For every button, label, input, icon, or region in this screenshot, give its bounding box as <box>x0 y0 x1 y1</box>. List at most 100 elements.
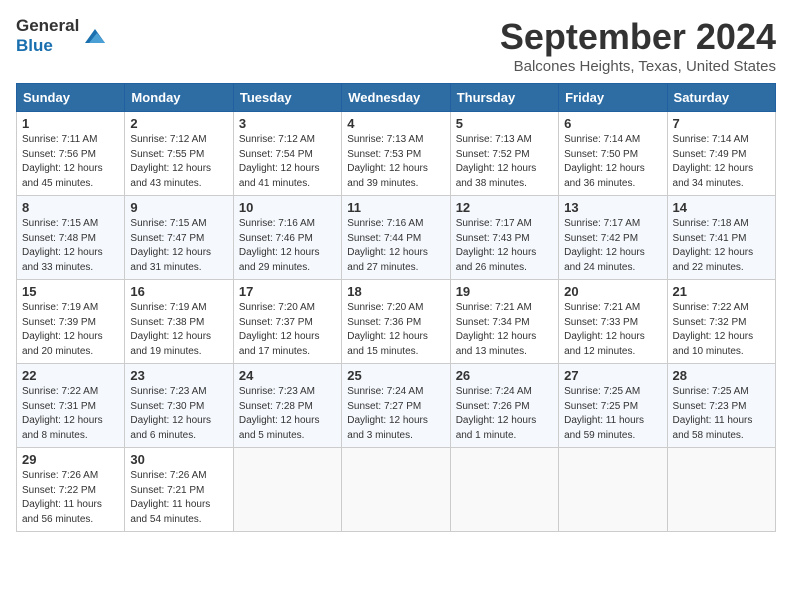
day-number: 20 <box>564 284 661 299</box>
day-number: 15 <box>22 284 119 299</box>
calendar-cell: 3 Sunrise: 7:12 AMSunset: 7:54 PMDayligh… <box>233 112 341 196</box>
weekday-header: Tuesday <box>233 84 341 112</box>
calendar-cell: 11 Sunrise: 7:16 AMSunset: 7:44 PMDaylig… <box>342 196 450 280</box>
calendar-cell: 21 Sunrise: 7:22 AMSunset: 7:32 PMDaylig… <box>667 280 775 364</box>
day-number: 5 <box>456 116 553 131</box>
day-info: Sunrise: 7:16 AMSunset: 7:46 PMDaylight:… <box>239 217 336 275</box>
day-number: 27 <box>564 368 661 383</box>
logo-arrow-icon <box>83 25 105 47</box>
day-info: Sunrise: 7:23 AMSunset: 7:30 PMDaylight:… <box>130 385 227 443</box>
day-number: 11 <box>347 200 444 215</box>
calendar-cell: 4 Sunrise: 7:13 AMSunset: 7:53 PMDayligh… <box>342 112 450 196</box>
weekday-header: Thursday <box>450 84 558 112</box>
day-info: Sunrise: 7:21 AMSunset: 7:34 PMDaylight:… <box>456 301 553 359</box>
day-number: 1 <box>22 116 119 131</box>
day-info: Sunrise: 7:12 AMSunset: 7:54 PMDaylight:… <box>239 133 336 191</box>
weekday-header: Monday <box>125 84 233 112</box>
calendar-cell <box>667 448 775 532</box>
day-number: 30 <box>130 452 227 467</box>
day-info: Sunrise: 7:24 AMSunset: 7:27 PMDaylight:… <box>347 385 444 443</box>
day-number: 8 <box>22 200 119 215</box>
calendar-cell: 19 Sunrise: 7:21 AMSunset: 7:34 PMDaylig… <box>450 280 558 364</box>
day-info: Sunrise: 7:17 AMSunset: 7:43 PMDaylight:… <box>456 217 553 275</box>
calendar-cell: 22 Sunrise: 7:22 AMSunset: 7:31 PMDaylig… <box>17 364 125 448</box>
calendar-cell: 7 Sunrise: 7:14 AMSunset: 7:49 PMDayligh… <box>667 112 775 196</box>
day-info: Sunrise: 7:18 AMSunset: 7:41 PMDaylight:… <box>673 217 770 275</box>
day-number: 13 <box>564 200 661 215</box>
day-number: 9 <box>130 200 227 215</box>
day-number: 6 <box>564 116 661 131</box>
month-title: September 2024 <box>500 16 776 58</box>
day-info: Sunrise: 7:19 AMSunset: 7:38 PMDaylight:… <box>130 301 227 359</box>
calendar-cell: 13 Sunrise: 7:17 AMSunset: 7:42 PMDaylig… <box>559 196 667 280</box>
day-info: Sunrise: 7:25 AMSunset: 7:25 PMDaylight:… <box>564 385 661 443</box>
calendar-cell: 25 Sunrise: 7:24 AMSunset: 7:27 PMDaylig… <box>342 364 450 448</box>
day-number: 16 <box>130 284 227 299</box>
calendar-cell: 29 Sunrise: 7:26 AMSunset: 7:22 PMDaylig… <box>17 448 125 532</box>
calendar-cell: 27 Sunrise: 7:25 AMSunset: 7:25 PMDaylig… <box>559 364 667 448</box>
day-info: Sunrise: 7:11 AMSunset: 7:56 PMDaylight:… <box>22 133 119 191</box>
calendar-cell: 10 Sunrise: 7:16 AMSunset: 7:46 PMDaylig… <box>233 196 341 280</box>
day-info: Sunrise: 7:14 AMSunset: 7:49 PMDaylight:… <box>673 133 770 191</box>
weekday-header: Sunday <box>17 84 125 112</box>
logo: General Blue <box>16 16 105 55</box>
calendar-cell: 24 Sunrise: 7:23 AMSunset: 7:28 PMDaylig… <box>233 364 341 448</box>
day-info: Sunrise: 7:26 AMSunset: 7:22 PMDaylight:… <box>22 469 119 527</box>
day-number: 22 <box>22 368 119 383</box>
calendar-cell: 8 Sunrise: 7:15 AMSunset: 7:48 PMDayligh… <box>17 196 125 280</box>
day-number: 4 <box>347 116 444 131</box>
weekday-header: Wednesday <box>342 84 450 112</box>
day-number: 24 <box>239 368 336 383</box>
weekday-header: Saturday <box>667 84 775 112</box>
calendar-cell <box>450 448 558 532</box>
day-number: 10 <box>239 200 336 215</box>
calendar-cell: 9 Sunrise: 7:15 AMSunset: 7:47 PMDayligh… <box>125 196 233 280</box>
day-info: Sunrise: 7:13 AMSunset: 7:53 PMDaylight:… <box>347 133 444 191</box>
day-number: 25 <box>347 368 444 383</box>
calendar-cell <box>233 448 341 532</box>
day-number: 23 <box>130 368 227 383</box>
day-info: Sunrise: 7:14 AMSunset: 7:50 PMDaylight:… <box>564 133 661 191</box>
day-number: 29 <box>22 452 119 467</box>
calendar-cell <box>342 448 450 532</box>
day-number: 3 <box>239 116 336 131</box>
day-info: Sunrise: 7:16 AMSunset: 7:44 PMDaylight:… <box>347 217 444 275</box>
weekday-header: Friday <box>559 84 667 112</box>
calendar-cell: 16 Sunrise: 7:19 AMSunset: 7:38 PMDaylig… <box>125 280 233 364</box>
day-info: Sunrise: 7:13 AMSunset: 7:52 PMDaylight:… <box>456 133 553 191</box>
calendar-cell: 20 Sunrise: 7:21 AMSunset: 7:33 PMDaylig… <box>559 280 667 364</box>
calendar-cell: 2 Sunrise: 7:12 AMSunset: 7:55 PMDayligh… <box>125 112 233 196</box>
day-info: Sunrise: 7:19 AMSunset: 7:39 PMDaylight:… <box>22 301 119 359</box>
logo-text: General Blue <box>16 16 79 55</box>
calendar-cell: 30 Sunrise: 7:26 AMSunset: 7:21 PMDaylig… <box>125 448 233 532</box>
location-subtitle: Balcones Heights, Texas, United States <box>500 58 776 75</box>
calendar-cell <box>559 448 667 532</box>
calendar-cell: 6 Sunrise: 7:14 AMSunset: 7:50 PMDayligh… <box>559 112 667 196</box>
day-info: Sunrise: 7:24 AMSunset: 7:26 PMDaylight:… <box>456 385 553 443</box>
calendar-cell: 15 Sunrise: 7:19 AMSunset: 7:39 PMDaylig… <box>17 280 125 364</box>
calendar-cell: 23 Sunrise: 7:23 AMSunset: 7:30 PMDaylig… <box>125 364 233 448</box>
day-info: Sunrise: 7:25 AMSunset: 7:23 PMDaylight:… <box>673 385 770 443</box>
calendar-cell: 28 Sunrise: 7:25 AMSunset: 7:23 PMDaylig… <box>667 364 775 448</box>
day-info: Sunrise: 7:23 AMSunset: 7:28 PMDaylight:… <box>239 385 336 443</box>
day-number: 7 <box>673 116 770 131</box>
day-info: Sunrise: 7:22 AMSunset: 7:31 PMDaylight:… <box>22 385 119 443</box>
day-info: Sunrise: 7:15 AMSunset: 7:48 PMDaylight:… <box>22 217 119 275</box>
day-info: Sunrise: 7:22 AMSunset: 7:32 PMDaylight:… <box>673 301 770 359</box>
day-number: 12 <box>456 200 553 215</box>
title-block: September 2024 Balcones Heights, Texas, … <box>500 16 776 75</box>
calendar-cell: 5 Sunrise: 7:13 AMSunset: 7:52 PMDayligh… <box>450 112 558 196</box>
day-info: Sunrise: 7:20 AMSunset: 7:37 PMDaylight:… <box>239 301 336 359</box>
day-number: 28 <box>673 368 770 383</box>
calendar-cell: 12 Sunrise: 7:17 AMSunset: 7:43 PMDaylig… <box>450 196 558 280</box>
day-number: 17 <box>239 284 336 299</box>
calendar-cell: 14 Sunrise: 7:18 AMSunset: 7:41 PMDaylig… <box>667 196 775 280</box>
day-info: Sunrise: 7:12 AMSunset: 7:55 PMDaylight:… <box>130 133 227 191</box>
calendar-table: SundayMondayTuesdayWednesdayThursdayFrid… <box>16 83 776 532</box>
calendar-cell: 26 Sunrise: 7:24 AMSunset: 7:26 PMDaylig… <box>450 364 558 448</box>
day-number: 2 <box>130 116 227 131</box>
calendar-cell: 18 Sunrise: 7:20 AMSunset: 7:36 PMDaylig… <box>342 280 450 364</box>
day-info: Sunrise: 7:15 AMSunset: 7:47 PMDaylight:… <box>130 217 227 275</box>
calendar-cell: 1 Sunrise: 7:11 AMSunset: 7:56 PMDayligh… <box>17 112 125 196</box>
day-info: Sunrise: 7:21 AMSunset: 7:33 PMDaylight:… <box>564 301 661 359</box>
